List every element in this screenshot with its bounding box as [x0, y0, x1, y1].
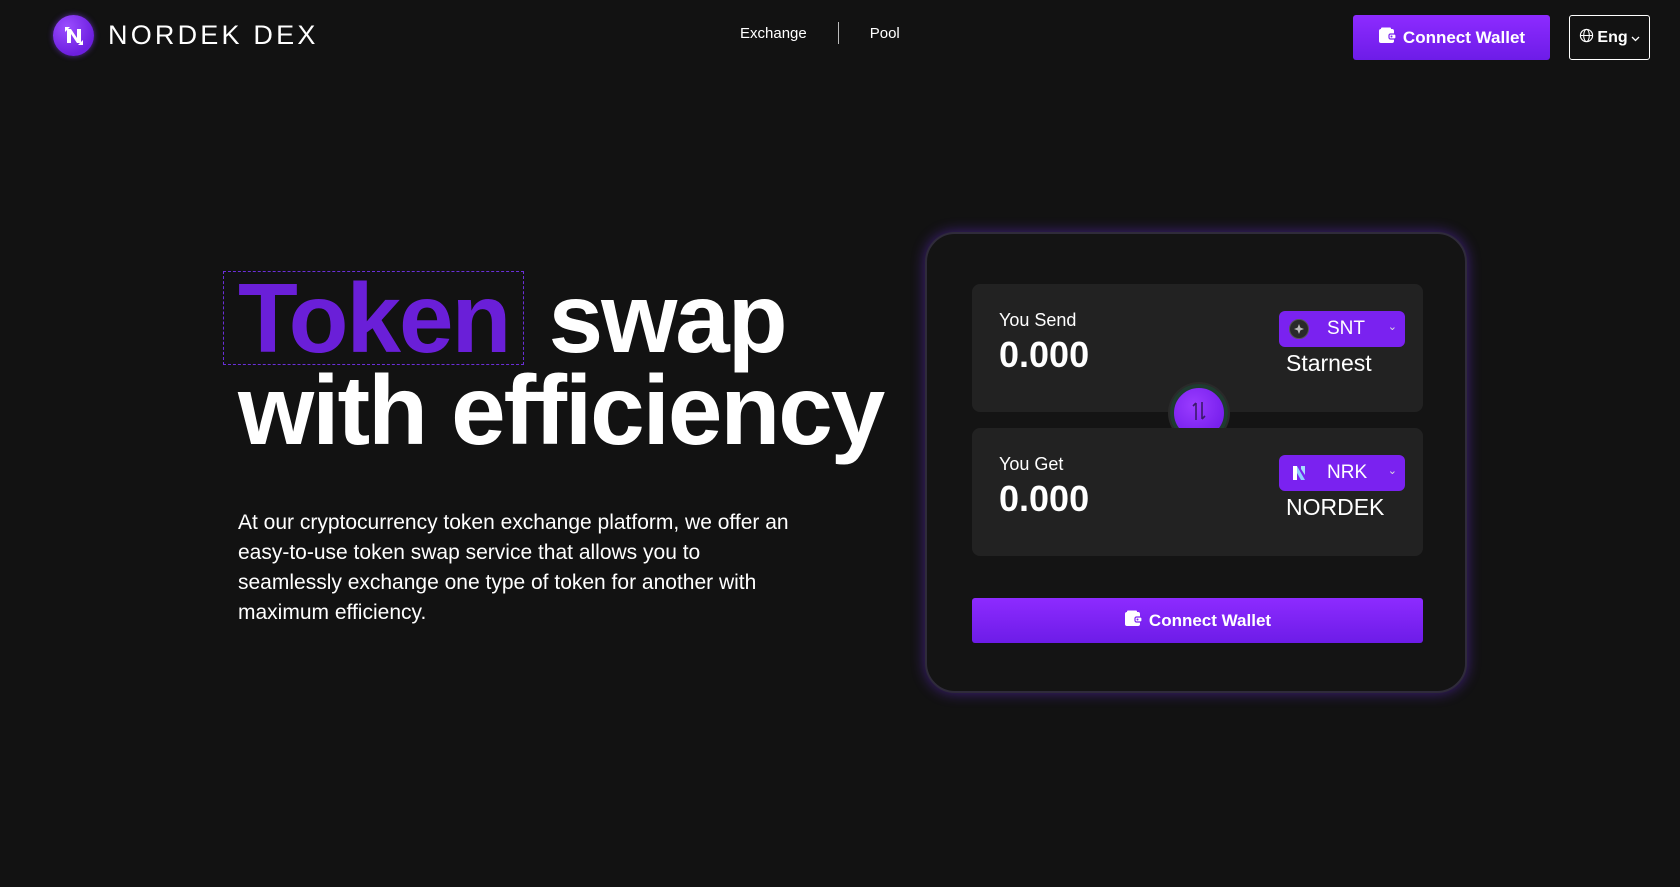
nav-divider: [837, 22, 839, 44]
get-amount-input[interactable]: 0.000: [999, 478, 1089, 520]
swap-arrows-icon: [1192, 400, 1206, 427]
nav-link-exchange[interactable]: Exchange: [740, 25, 807, 42]
hero-title-line-2: with efficiency: [238, 355, 885, 465]
globe-icon: [1579, 28, 1594, 48]
top-bar: NORDEK DEX Exchange Pool Connect Wallet: [0, 0, 1680, 75]
brand-name: NORDEK DEX: [108, 20, 319, 50]
hero-title: Token swap with efficiency: [222, 269, 885, 465]
nordek-logo-icon: [53, 15, 94, 56]
language-label: Eng: [1597, 28, 1628, 46]
language-selector[interactable]: Eng: [1569, 15, 1650, 60]
get-label: You Get: [999, 454, 1064, 474]
send-token-symbol: SNT: [1327, 318, 1365, 339]
send-amount-input[interactable]: 0.000: [999, 334, 1089, 376]
nav-link-pool[interactable]: Pool: [870, 25, 900, 42]
brand[interactable]: NORDEK DEX: [53, 15, 319, 56]
swap-connect-wallet-label: Connect Wallet: [1148, 610, 1272, 630]
hero-description: At our cryptocurrency token exchange pla…: [238, 511, 789, 624]
send-token-select[interactable]: SNT ⌄: [1279, 311, 1405, 347]
chevron-down-icon: ⌄: [1387, 321, 1397, 333]
starnest-token-icon: [1289, 319, 1309, 339]
page: NORDEK DEX Exchange Pool Connect Wallet: [0, 0, 1680, 887]
hero-title-line-1: Token swap: [222, 269, 883, 367]
chevron-down-icon: [1631, 29, 1640, 47]
nordek-token-icon: [1289, 463, 1309, 483]
chevron-down-icon: ⌄: [1387, 465, 1397, 477]
send-token-name: Starnest: [1286, 350, 1372, 376]
header-connect-wallet-label: Connect Wallet: [1402, 27, 1526, 47]
get-panel: You Get 0.000 NRK ⌄ NORDEK: [972, 428, 1423, 556]
main-nav: Exchange Pool: [740, 22, 900, 44]
get-token-name: NORDEK: [1286, 494, 1385, 520]
get-token-symbol: NRK: [1327, 462, 1368, 483]
get-token-select[interactable]: NRK ⌄: [1279, 455, 1405, 491]
hero-title-accent: Token: [222, 269, 525, 367]
header-connect-wallet-button[interactable]: Connect Wallet: [1353, 15, 1550, 60]
swap-connect-wallet-button[interactable]: Connect Wallet: [972, 598, 1423, 643]
wallet-icon: [1124, 610, 1143, 632]
swap-card: You Send 0.000 SNT ⌄ Starnest You Get 0.…: [925, 232, 1467, 693]
wallet-icon: [1378, 27, 1397, 49]
send-label: You Send: [999, 310, 1077, 330]
